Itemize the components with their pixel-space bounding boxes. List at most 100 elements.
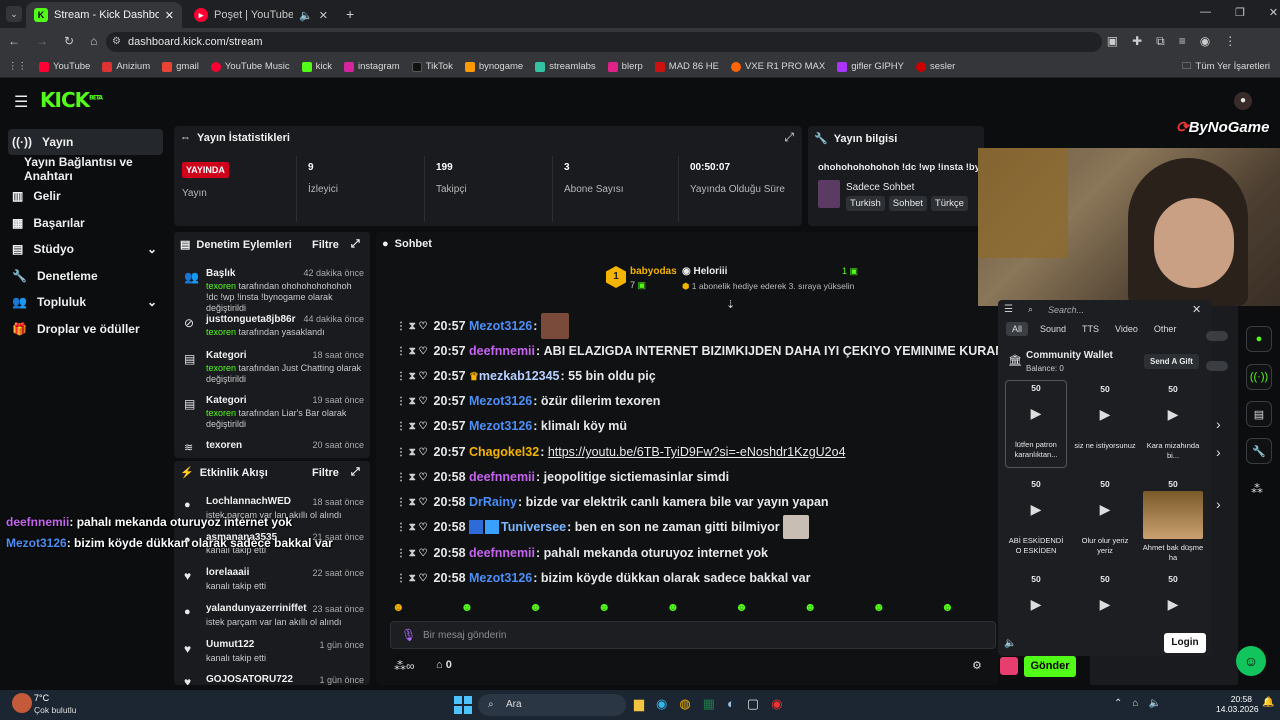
sound-tile[interactable]: 50 ▶ Olur olur yeriz yeriz <box>1074 477 1136 565</box>
emote-icon[interactable]: ☻ <box>667 600 680 614</box>
soundboard-search-input[interactable]: Search... <box>1048 305 1084 315</box>
bookmark-tiktok[interactable]: TikTok <box>411 61 453 72</box>
sidebar-item-droplar[interactable]: 🎁 Droplar ve ödüller <box>8 316 163 342</box>
login-button[interactable]: Login <box>1164 633 1206 653</box>
bookmark-vxe[interactable]: VXE R1 PRO MAX <box>730 61 825 72</box>
emote-icon[interactable]: ☻ <box>941 600 954 614</box>
bookmark-gmail[interactable]: gmail <box>162 61 199 72</box>
filter-button[interactable]: Filtre <box>312 239 339 251</box>
bookmark-anizium[interactable]: Anizium <box>102 61 150 72</box>
bookmark-instagram[interactable]: instagram <box>344 61 400 72</box>
send-gift-button[interactable]: Send A Gift <box>1144 354 1199 369</box>
more-icon[interactable]: ⁂ <box>1251 482 1263 496</box>
close-icon[interactable]: ✕ <box>1192 303 1201 316</box>
toggle[interactable] <box>1206 331 1228 341</box>
taskbar-search[interactable]: ⌕ Ara <box>478 694 626 716</box>
volume-icon[interactable]: 🔈 <box>1004 638 1016 649</box>
close-icon[interactable]: ✕ <box>319 9 328 22</box>
wrench-icon[interactable]: 🔧 <box>1246 438 1272 464</box>
cast-icon[interactable]: ⧉ <box>1156 34 1165 49</box>
chevron-right-icon[interactable]: › <box>1216 496 1221 512</box>
bookmark-giphy[interactable]: gifler GIPHY <box>837 61 904 72</box>
emote-icon[interactable]: ☻ <box>872 600 885 614</box>
menu-icon[interactable]: ☰ <box>1004 304 1013 315</box>
weather-temp[interactable]: 7°C <box>34 693 49 703</box>
new-tab-button[interactable]: + <box>346 6 354 22</box>
screenshot-icon[interactable]: ▣ <box>1107 34 1118 49</box>
excel-icon[interactable]: ▦ <box>703 696 715 712</box>
tab-list-button[interactable]: ⌄ <box>6 6 22 22</box>
tab-tts[interactable]: TTS <box>1078 322 1103 336</box>
bookmark-blerp[interactable]: blerp <box>607 61 643 72</box>
chat-username[interactable]: mezkab12345 <box>479 369 560 383</box>
sidebar-item-studyo[interactable]: ▤ Stüdyo ⌄ <box>8 236 163 262</box>
home-icon[interactable]: ⌂ <box>90 34 97 48</box>
tab-other[interactable]: Other <box>1150 322 1181 336</box>
chat-username[interactable]: Mezot3126 <box>469 571 532 585</box>
bookmark-streamlabs[interactable]: streamlabs <box>535 61 596 72</box>
mod-user[interactable]: texoren <box>206 363 236 373</box>
tab-sound[interactable]: Sound <box>1036 322 1070 336</box>
bookmark-bynogame[interactable]: bynogame <box>464 61 523 72</box>
chat-username[interactable]: deefnnemii <box>469 344 535 358</box>
notification-bell-icon[interactable]: 🔔 <box>1262 697 1274 708</box>
activity-user[interactable]: LochlannachWED <box>206 496 291 507</box>
points-infinity-icon[interactable]: ⁂∞ <box>394 659 415 673</box>
hamburger-icon[interactable]: ☰ <box>14 92 28 112</box>
mod-user[interactable]: texoren <box>206 281 236 291</box>
activity-user[interactable]: Uumut122 <box>206 639 254 650</box>
emote-icon[interactable]: ☻ <box>392 600 405 614</box>
network-icon[interactable]: ⌂ <box>1132 698 1138 709</box>
kick-logo[interactable]: KICKBETA <box>40 88 103 112</box>
speaker-icon[interactable]: 🔈 <box>1148 698 1160 709</box>
sound-tile[interactable]: 50 ▶ ABİ ESKİDENDİ O ESKİDEN <box>1005 477 1067 565</box>
sidebar-item-gelir[interactable]: ▥ Gelir <box>8 183 163 209</box>
microphone-icon[interactable]: 🎙 <box>401 628 416 642</box>
chat-username[interactable]: Mezot3126 <box>469 419 532 433</box>
expand-icon[interactable]: ⤢ <box>351 238 360 251</box>
bookmark-kick[interactable]: kick <box>301 61 332 72</box>
extensions-icon[interactable]: ✚ <box>1132 34 1142 49</box>
weather-desc[interactable]: Çok bulutlu <box>34 705 77 715</box>
reload-icon[interactable]: ↻ <box>64 34 74 48</box>
sidebar-item-stream-key[interactable]: Yayın Bağlantısı ve Anahtarı <box>8 155 163 183</box>
sidebar-item-denetleme[interactable]: 🔧 Denetleme <box>8 263 163 289</box>
maximize-icon[interactable]: ❐ <box>1235 6 1245 19</box>
back-icon[interactable]: ← <box>8 34 20 48</box>
emote-icon[interactable]: ☻ <box>461 600 474 614</box>
points-store[interactable]: ⌂ 0 <box>436 659 452 671</box>
chevron-right-icon[interactable]: › <box>1216 416 1221 432</box>
expand-icon[interactable]: ⤢ <box>784 130 794 145</box>
toggle[interactable] <box>1206 361 1228 371</box>
chat-icon[interactable]: ● <box>1246 326 1272 352</box>
leader-user[interactable]: babyodas <box>630 266 677 277</box>
bookmark-sesler[interactable]: sesler <box>916 61 955 72</box>
emote-icon[interactable]: ☻ <box>529 600 542 614</box>
sidebar-item-topluluk[interactable]: 👥 Topluluk ⌄ <box>8 289 163 315</box>
chat-username[interactable]: Mezot3126 <box>469 394 532 408</box>
tab-all[interactable]: All <box>1006 322 1029 336</box>
chat-link[interactable]: https://youtu.be/6TB-TyiD9Fw?si=-eNoshdr… <box>548 445 846 459</box>
sound-tile[interactable]: 50 ▶ Kara mizahında bi... <box>1142 382 1204 470</box>
chat-username[interactable]: Chagokel32 <box>469 445 539 459</box>
chevron-up-icon[interactable]: ⌃ <box>1114 698 1122 709</box>
weather-icon[interactable] <box>12 693 32 713</box>
mod-user[interactable]: texoren <box>206 408 236 418</box>
clock-time[interactable]: 20:58 <box>1216 694 1252 704</box>
tab-youtube-music[interactable]: ▸ Poşet | YouTube Music 🔈 ✕ <box>186 2 336 28</box>
emote-icon[interactable]: ☻ <box>735 600 748 614</box>
site-info-icon[interactable]: ⚙ <box>112 32 121 52</box>
emote-icon[interactable]: ☻ <box>598 600 611 614</box>
user-avatar[interactable]: ● <box>1234 92 1252 110</box>
profile-avatar[interactable]: ◉ <box>1200 34 1210 49</box>
sound-tile[interactable]: 50 ▶ siz ne istiyorsunuz <box>1074 382 1136 470</box>
tab-video[interactable]: Video <box>1111 322 1142 336</box>
activity-user[interactable]: GOJOSATORU722 <box>206 674 293 685</box>
all-bookmarks[interactable]: 🗀 Tüm Yer İşaretleri <box>1182 59 1270 75</box>
chat-username[interactable]: Tuniversee <box>501 520 566 534</box>
sidebar-item-yayin[interactable]: ((·)) Yayın <box>8 129 163 155</box>
chat-username[interactable]: Mezot3126 <box>469 319 532 333</box>
bookmark-youtube-music[interactable]: YouTube Music <box>210 61 290 72</box>
url-field[interactable]: ⚙ dashboard.kick.com/stream <box>106 32 1102 52</box>
chat-username[interactable]: deefnnemii <box>469 470 535 484</box>
